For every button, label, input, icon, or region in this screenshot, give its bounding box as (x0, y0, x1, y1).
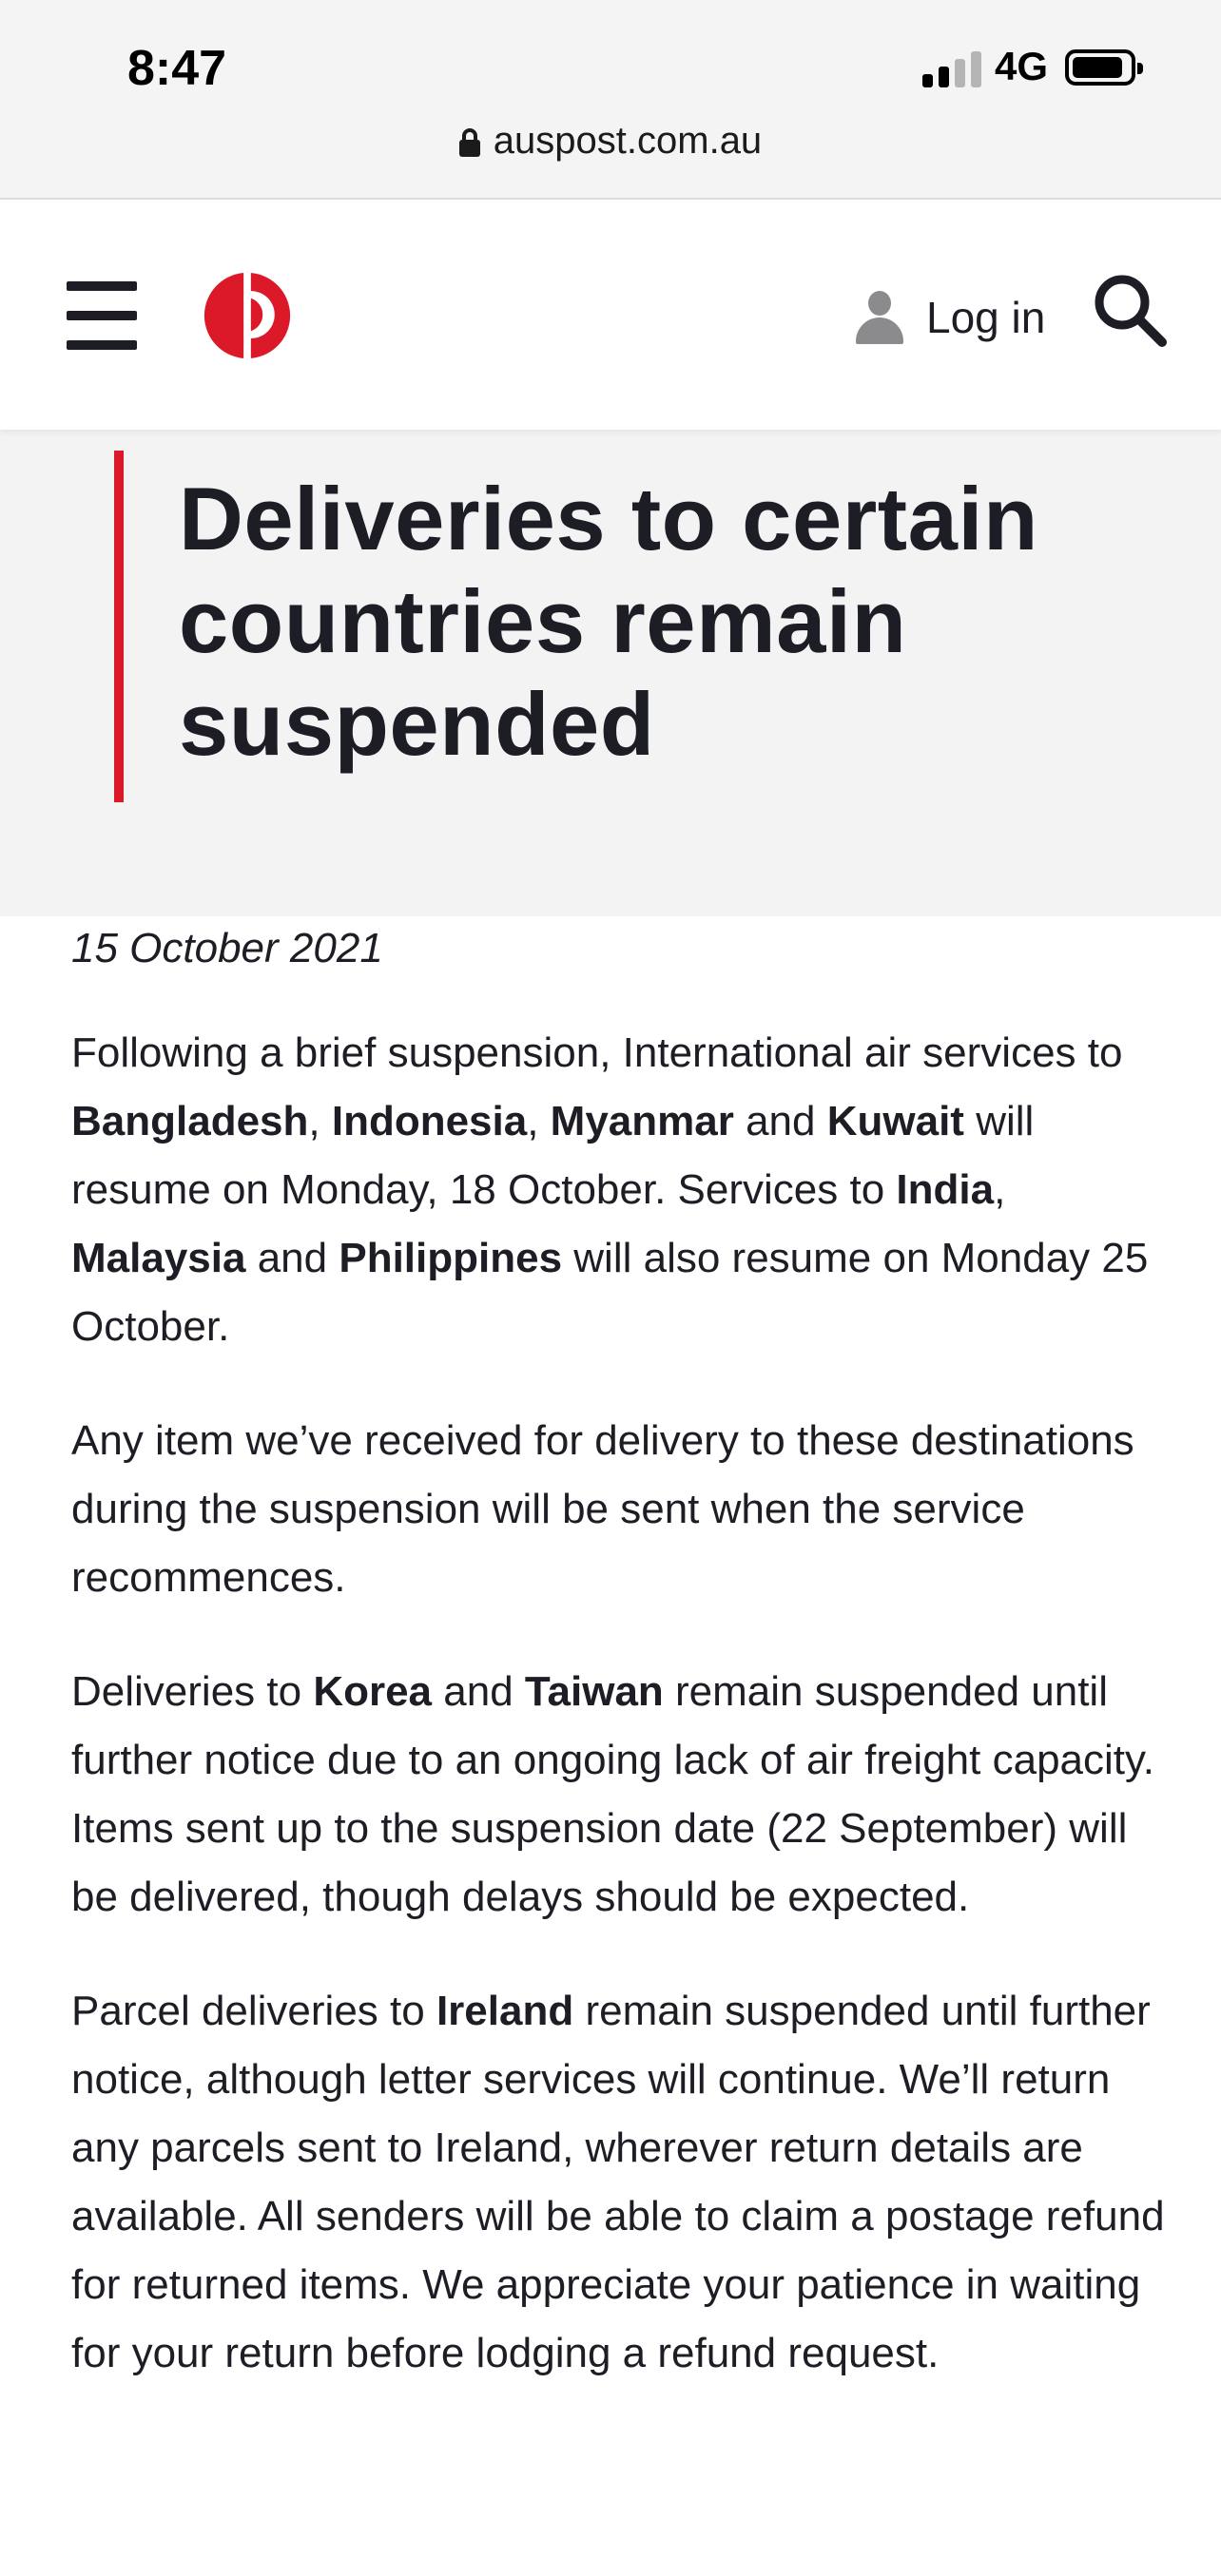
url-text: auspost.com.au (493, 120, 763, 162)
address-bar[interactable]: auspost.com.au (0, 120, 1221, 163)
text: Parcel deliveries to (71, 1988, 436, 2034)
site-header: Log in (0, 202, 1221, 430)
status-time: 8:47 (127, 41, 227, 96)
country-philippines: Philippines (339, 1235, 563, 1281)
text: Deliveries to (71, 1668, 314, 1715)
country-indonesia: Indonesia (331, 1098, 528, 1144)
browser-chrome: 8:47 4G auspost.com.au (0, 0, 1221, 200)
country-bangladesh: Bangladesh (71, 1098, 309, 1144)
paragraph-resumption: Following a brief suspension, Internatio… (71, 1019, 1165, 1361)
text: and (432, 1668, 525, 1715)
battery-icon (1065, 49, 1143, 86)
title-accent-bar (114, 451, 124, 802)
country-kuwait: Kuwait (826, 1098, 964, 1144)
country-myanmar: Myanmar (550, 1098, 734, 1144)
page-title: Deliveries to certain countries remain s… (179, 469, 1038, 774)
publish-date: 15 October 2021 (71, 925, 383, 971)
country-taiwan: Taiwan (524, 1668, 664, 1715)
australia-post-logo[interactable] (202, 270, 293, 361)
user-icon (856, 291, 903, 344)
lock-icon (458, 128, 480, 157)
country-ireland: Ireland (436, 1988, 574, 2034)
login-label: Log in (926, 293, 1046, 342)
search-icon[interactable] (1092, 272, 1168, 348)
text: , (527, 1098, 551, 1144)
paragraph-korea-taiwan: Deliveries to Korea and Taiwan remain su… (71, 1658, 1165, 1932)
country-malaysia: Malaysia (71, 1235, 246, 1281)
hamburger-menu-icon[interactable] (67, 281, 137, 350)
signal-strength-icon (922, 49, 981, 87)
text: Following a brief suspension, Internatio… (71, 1029, 1123, 1076)
paragraph-held-items: Any item we’ve received for delivery to … (71, 1407, 1165, 1612)
text: and (733, 1098, 827, 1144)
country-india: India (896, 1166, 995, 1213)
text: remain suspended until further notice, a… (71, 1988, 1165, 2376)
article-body: 15 October 2021 Following a brief suspen… (71, 914, 1165, 2433)
text: Any item we’ve received for delivery to … (71, 1417, 1134, 1601)
paragraph-ireland: Parcel deliveries to Ireland remain susp… (71, 1977, 1165, 2388)
country-korea: Korea (313, 1668, 433, 1715)
login-link[interactable]: Log in (856, 279, 1045, 356)
text: , (308, 1098, 332, 1144)
text: and (245, 1235, 339, 1281)
text: , (994, 1166, 1006, 1213)
network-type: 4G (995, 44, 1049, 88)
